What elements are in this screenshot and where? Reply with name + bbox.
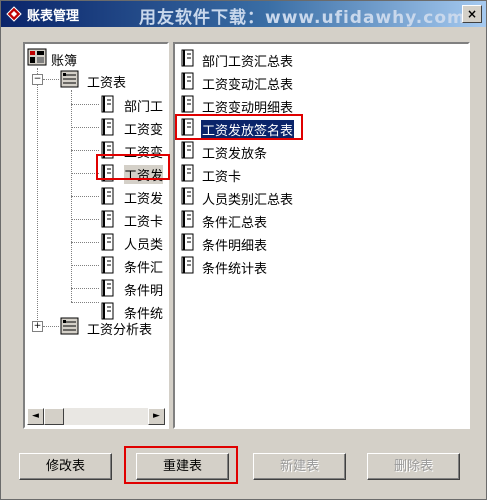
- tree-connector: [43, 326, 59, 327]
- tree-connector: [71, 150, 99, 151]
- list-item[interactable]: 条件明细表: [179, 232, 459, 254]
- tree-connector: [43, 79, 59, 80]
- tree-item-label: 人员类: [124, 238, 164, 253]
- report-icon: [101, 279, 114, 297]
- tree-connector: [71, 173, 99, 174]
- report-icon: [101, 233, 114, 251]
- report-icon: [181, 72, 194, 90]
- list-item-label: 人员类别汇总表: [202, 193, 294, 208]
- watermark: 用友软件下载：www.ufidawhy.com: [139, 8, 466, 28]
- collapse-toggle[interactable]: −: [32, 74, 43, 85]
- title-bar[interactable]: 账表管理 用友软件下载：www.ufidawhy.com ×: [1, 1, 486, 28]
- new-table-button[interactable]: 新建表: [253, 453, 346, 480]
- list-item[interactable]: 工资变动汇总表: [179, 71, 459, 93]
- tree-item[interactable]: 人员类: [99, 232, 167, 253]
- tree-item-label: 条件汇: [124, 261, 164, 276]
- tree-connector: [71, 265, 99, 266]
- report-icon: [181, 210, 194, 228]
- report-icon: [181, 95, 194, 113]
- report-list-pane[interactable]: 部门工资汇总表 工资变动汇总表 工资变动明细表 工资发放签名表 工资发放条 工资…: [173, 42, 470, 429]
- tree-item-label: 部门工: [124, 100, 164, 115]
- report-icon: [101, 95, 114, 113]
- tree-root[interactable]: 账簿: [27, 48, 167, 69]
- tree-item-label: 工资卡: [124, 215, 164, 230]
- scroll-left-button[interactable]: ◄: [27, 408, 44, 425]
- scroll-right-button[interactable]: ►: [148, 408, 165, 425]
- tree-item[interactable]: 条件明: [99, 278, 167, 299]
- tree-group-label: 工资表: [87, 76, 127, 91]
- tree-root-label: 账簿: [51, 54, 78, 69]
- list-item[interactable]: 条件统计表: [179, 255, 459, 277]
- tree-item[interactable]: 部门工: [99, 94, 167, 115]
- list-item-label: 条件统计表: [202, 262, 268, 277]
- report-icon: [181, 141, 194, 159]
- list-item[interactable]: 工资卡: [179, 163, 459, 185]
- tree-item-label: 工资变: [124, 123, 164, 138]
- tree-group-salary-analysis[interactable]: 工资分析表: [59, 317, 167, 338]
- list-item[interactable]: 部门工资汇总表: [179, 48, 459, 70]
- delete-table-button[interactable]: 删除表: [367, 453, 460, 480]
- report-group-icon: [60, 317, 79, 335]
- tree-connector: [71, 196, 99, 197]
- horizontal-scrollbar[interactable]: ◄ ►: [27, 408, 165, 425]
- report-icon: [181, 187, 194, 205]
- list-item[interactable]: 人员类别汇总表: [179, 186, 459, 208]
- tree-connector: [71, 219, 99, 220]
- list-item[interactable]: 工资发放条: [179, 140, 459, 162]
- highlight-box-list-item: [175, 114, 303, 140]
- list-item[interactable]: 工资变动明细表: [179, 94, 459, 116]
- highlight-box-tree-item: [96, 154, 170, 180]
- list-item-label: 条件明细表: [202, 239, 268, 254]
- tree-item[interactable]: 工资发: [99, 186, 167, 207]
- report-icon: [181, 256, 194, 274]
- tree-group-salary[interactable]: 工资表: [59, 70, 167, 91]
- list-item-label: 工资卡: [202, 170, 242, 185]
- report-icon: [101, 187, 114, 205]
- tree-connector: [71, 242, 99, 243]
- tree-connector: [37, 68, 38, 326]
- report-group-icon: [60, 70, 79, 88]
- tree-pane[interactable]: 账簿 − 工资表 部门工 工资变 工资变 工资发 工资发 工资卡 人员类 条件汇…: [23, 42, 169, 429]
- report-icon: [181, 164, 194, 182]
- tree-connector: [71, 302, 99, 303]
- list-item[interactable]: 条件汇总表: [179, 209, 459, 231]
- tree-item[interactable]: 工资变: [99, 117, 167, 138]
- tree-group-label: 工资分析表: [87, 323, 153, 338]
- ledger-book-icon: [27, 48, 47, 66]
- tree-item-label: 条件明: [124, 284, 164, 299]
- tree-item-label: 工资发: [124, 192, 164, 207]
- account-table-manager-window: 账表管理 用友软件下载：www.ufidawhy.com × 账簿 − 工资表 …: [0, 0, 487, 500]
- report-icon: [101, 118, 114, 136]
- report-icon: [181, 233, 194, 251]
- list-item-label: 工资发放条: [202, 147, 268, 162]
- list-item-label: 条件汇总表: [202, 216, 268, 231]
- tree-connector: [71, 104, 99, 105]
- tree-connector: [71, 127, 99, 128]
- app-icon: [6, 6, 22, 22]
- expand-toggle[interactable]: +: [32, 321, 43, 332]
- report-icon: [101, 256, 114, 274]
- highlight-box-rebuild-button: [124, 446, 238, 484]
- modify-table-button[interactable]: 修改表: [19, 453, 112, 480]
- report-icon: [101, 210, 114, 228]
- tree-item[interactable]: 条件汇: [99, 255, 167, 276]
- tree-item[interactable]: 工资卡: [99, 209, 167, 230]
- scroll-thumb[interactable]: [44, 408, 64, 425]
- list-item-label: 部门工资汇总表: [202, 55, 294, 70]
- report-icon: [181, 49, 194, 67]
- close-button[interactable]: ×: [462, 5, 482, 23]
- window-title: 账表管理: [27, 9, 80, 24]
- tree-connector: [71, 288, 99, 289]
- list-item-label: 工资变动汇总表: [202, 78, 294, 93]
